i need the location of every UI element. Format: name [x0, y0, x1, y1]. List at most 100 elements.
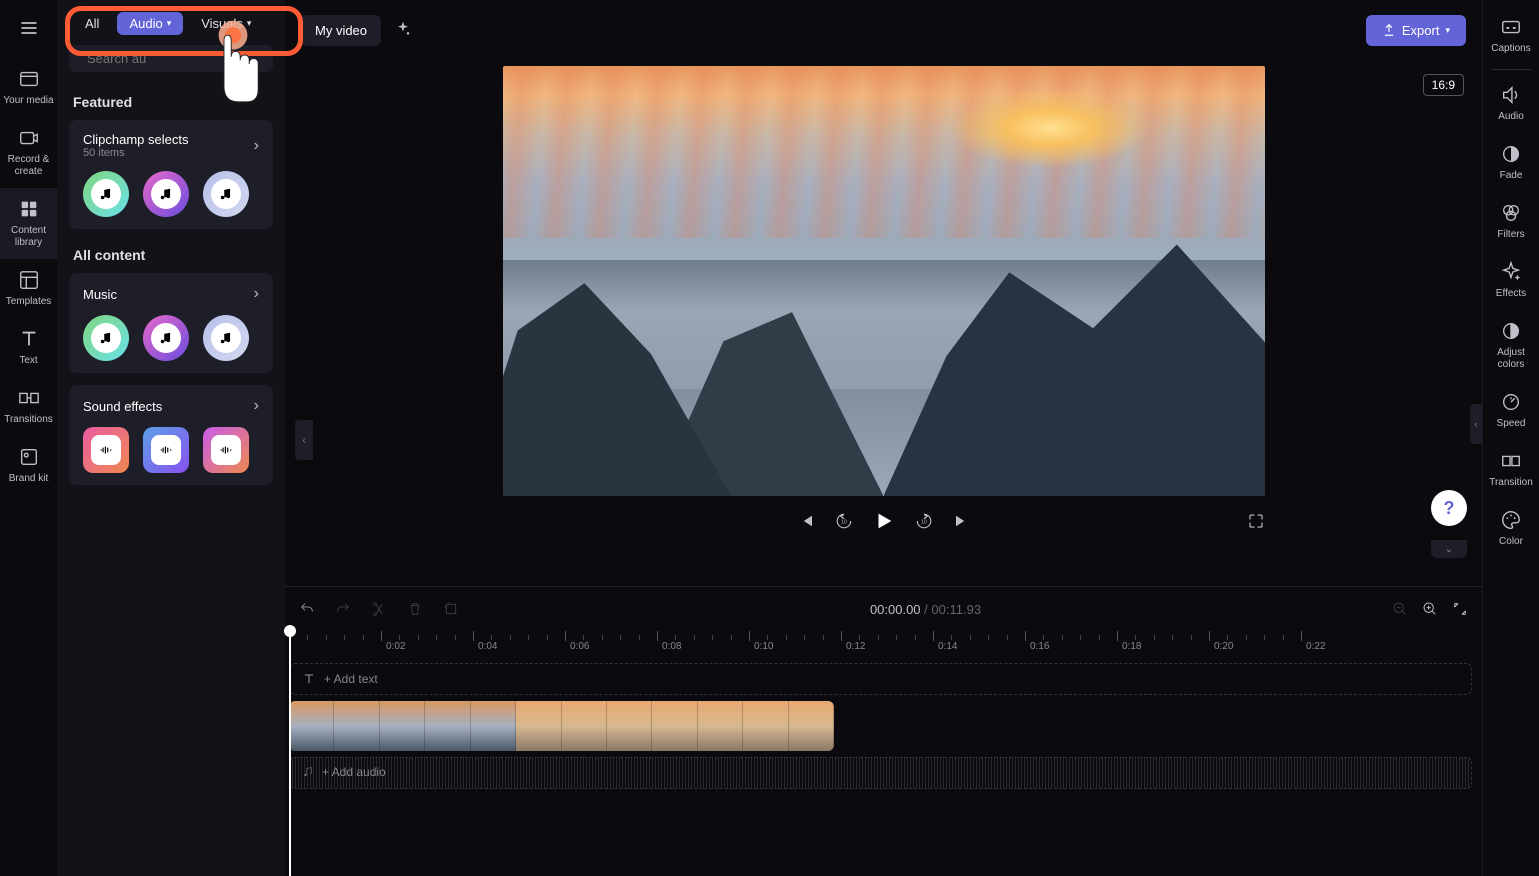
nav-content-library[interactable]: Content library [0, 188, 57, 259]
audio-thumb[interactable] [203, 315, 249, 361]
zoom-in-icon[interactable] [1422, 601, 1438, 617]
tab-audio[interactable]: Audio▾ [117, 12, 183, 35]
audio-thumb[interactable] [143, 171, 189, 217]
ruler-tick: 0:14 [933, 631, 957, 641]
undo-icon[interactable] [299, 601, 315, 617]
clipchamp-selects-header[interactable]: Clipchamp selects 50 items › [83, 132, 259, 159]
ai-sparkle-icon[interactable] [393, 20, 413, 40]
sfx-thumb[interactable] [143, 427, 189, 473]
search-audio-input-wrap[interactable] [69, 45, 273, 72]
main-area: My video Export ▾ 16:9 10 10 [285, 0, 1482, 876]
prop-transition[interactable]: Transition [1483, 440, 1539, 499]
music-note-icon [219, 331, 233, 345]
hamburger-menu[interactable] [9, 8, 49, 48]
chevron-right-icon: › [254, 397, 259, 415]
audio-thumb[interactable] [83, 315, 129, 361]
prop-captions[interactable]: Captions [1483, 6, 1539, 65]
chevron-down-icon: ▾ [1445, 25, 1450, 36]
right-properties-rail: Captions Audio Fade Filters Effects Adju… [1482, 0, 1539, 876]
sfx-header[interactable]: Sound effects › [83, 397, 259, 415]
audio-thumb[interactable] [143, 315, 189, 361]
ruler-tick: 0:02 [381, 631, 405, 641]
nav-transitions[interactable]: Transitions [0, 377, 57, 436]
export-button[interactable]: Export ▾ [1366, 15, 1466, 46]
all-content-heading: All content [57, 241, 285, 273]
timeline-ruler[interactable]: 0:020:040:060:080:100:120:140:160:180:20… [285, 631, 1482, 657]
delete-icon[interactable] [407, 601, 423, 617]
fit-timeline-icon[interactable] [1452, 601, 1468, 617]
nav-templates[interactable]: Templates [0, 259, 57, 318]
crop-icon[interactable] [443, 601, 459, 617]
text-track[interactable]: + Add text [289, 663, 1472, 695]
prop-label: Captions [1491, 43, 1530, 55]
search-input[interactable] [87, 51, 263, 66]
svg-text:10: 10 [921, 519, 927, 525]
expand-down-icon[interactable]: ⌄ [1431, 540, 1467, 558]
waveform-icon [159, 443, 173, 457]
redo-icon[interactable] [335, 601, 351, 617]
collapse-right-button[interactable]: ‹ [1470, 404, 1482, 444]
tab-visuals[interactable]: Visuals▾ [189, 12, 263, 35]
skip-end-icon[interactable] [953, 512, 971, 530]
audio-thumb[interactable] [203, 171, 249, 217]
chevron-right-icon: › [254, 285, 259, 303]
timeline-tracks: + Add text + Add audio [285, 657, 1482, 876]
video-clip[interactable] [289, 701, 834, 751]
card-title: Music [83, 287, 117, 302]
sfx-thumb[interactable] [83, 427, 129, 473]
video-preview[interactable] [503, 66, 1265, 496]
ruler-tick: 0:12 [841, 631, 865, 641]
nav-record-create[interactable]: Record & create [0, 117, 57, 188]
sfx-thumb[interactable] [203, 427, 249, 473]
zoom-out-icon[interactable] [1392, 601, 1408, 617]
tab-label: Visuals [201, 16, 243, 31]
music-header[interactable]: Music › [83, 285, 259, 303]
fullscreen-icon[interactable] [1247, 512, 1265, 530]
export-label: Export [1402, 23, 1440, 38]
aspect-ratio-badge[interactable]: 16:9 [1423, 74, 1464, 96]
timeline-toolbar: 00:00.00 / 00:11.93 [285, 587, 1482, 631]
audio-track[interactable]: + Add audio [289, 757, 1472, 789]
prop-speed[interactable]: Speed [1483, 381, 1539, 440]
ruler-tick: 0:06 [565, 631, 589, 641]
project-title[interactable]: My video [301, 15, 381, 46]
nav-label: Your media [3, 95, 53, 107]
skip-start-icon[interactable] [797, 512, 815, 530]
nav-label: Record & create [2, 154, 55, 178]
music-note-icon [159, 331, 173, 345]
featured-card: Clipchamp selects 50 items › [69, 120, 273, 229]
nav-text[interactable]: Text [0, 318, 57, 377]
left-nav-rail: Your media Record & create Content libra… [0, 0, 57, 876]
music-note-icon [99, 331, 113, 345]
waveform-icon [99, 443, 113, 457]
rewind-10-icon[interactable]: 10 [835, 512, 853, 530]
total-time: 00:11.93 [931, 602, 981, 617]
help-button[interactable]: ? [1431, 490, 1467, 526]
prop-fade[interactable]: Fade [1483, 133, 1539, 192]
prop-label: Fade [1500, 170, 1523, 182]
playhead[interactable] [289, 625, 291, 876]
ruler-tick: 0:10 [749, 631, 773, 641]
time-display: 00:00.00 / 00:11.93 [479, 602, 1372, 617]
prop-color[interactable]: Color [1483, 499, 1539, 558]
forward-10-icon[interactable]: 10 [915, 512, 933, 530]
ruler-tick: 0:08 [657, 631, 681, 641]
svg-text:10: 10 [841, 519, 847, 525]
tab-all[interactable]: All [73, 12, 111, 35]
preview-area: 16:9 10 10 [285, 60, 1482, 586]
prop-filters[interactable]: Filters [1483, 192, 1539, 251]
ruler-tick: 0:04 [473, 631, 497, 641]
split-icon[interactable] [371, 601, 387, 617]
nav-brand-kit[interactable]: Brand kit [0, 436, 57, 495]
content-library-panel: All Audio▾ Visuals▾ Featured Clipchamp s… [57, 0, 285, 876]
prop-effects[interactable]: Effects [1483, 251, 1539, 310]
music-note-icon [99, 187, 113, 201]
prop-audio[interactable]: Audio [1483, 74, 1539, 133]
play-button[interactable] [873, 510, 895, 532]
audio-thumb[interactable] [83, 171, 129, 217]
prop-label: Transition [1489, 477, 1533, 489]
music-note-icon [219, 187, 233, 201]
prop-adjust-colors[interactable]: Adjust colors [1483, 310, 1539, 381]
nav-your-media[interactable]: Your media [0, 58, 57, 117]
nav-label: Brand kit [9, 473, 48, 485]
